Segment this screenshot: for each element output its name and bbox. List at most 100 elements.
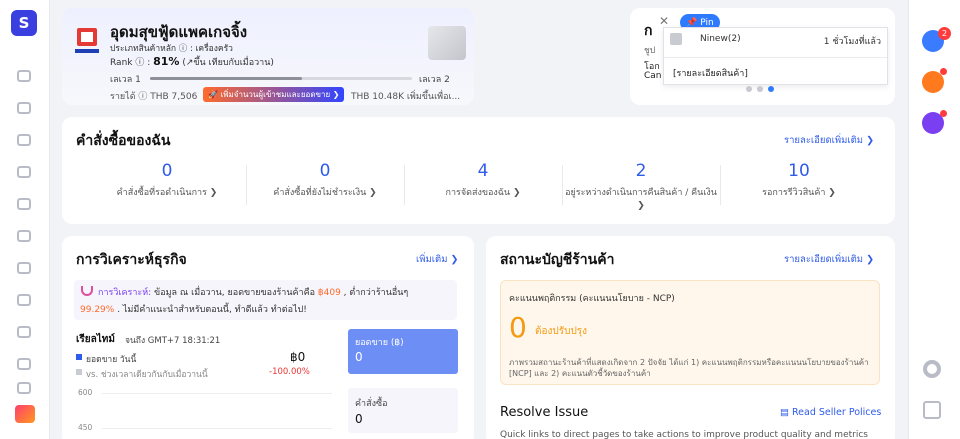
ncp-description: ภาพรวมสถานะร้านค้าที่แสดงเกิดจาก 2 ปัจจั…	[509, 358, 869, 378]
business-more-link[interactable]: เพิ่มเติม ❯	[416, 252, 458, 267]
gear-icon[interactable]	[923, 360, 941, 378]
ncp-title: คะแนนพฤติกรรม (คะแนนนโยบาย - NCP)	[509, 294, 675, 304]
campaign-icon[interactable]	[17, 326, 31, 338]
y-axis-tick: 450	[78, 423, 93, 432]
level-progress-bar	[150, 77, 412, 80]
legend-compare-swatch	[76, 369, 82, 375]
seller-policies-label: Read Seller Polices	[792, 407, 882, 418]
shop-info-card: อุดมสุขฟู้ดแพคเกจจิ้ง ประเภทสินค้าหลัก ⓘ…	[62, 8, 474, 105]
announcement-title: ก	[644, 23, 653, 39]
chat-badge: 2	[938, 27, 951, 40]
legend-today: ยอดขาย วันนี้	[86, 355, 137, 365]
finance-icon[interactable]	[17, 230, 31, 242]
stat-unpaid-label[interactable]: คำสั่งซื้อที่ยังไม่ชำระเงิน ❯	[246, 187, 404, 200]
stat-unpaid-value[interactable]: 0	[246, 161, 404, 181]
book-icon: ▤	[780, 407, 792, 418]
left-sidebar: S	[0, 0, 50, 439]
stat-returns-value[interactable]: 2	[562, 161, 720, 181]
product-detail-link[interactable]: [รายละเอียดสินค้า]	[673, 66, 748, 80]
tip-line: 99.29% . ไม่มีคำแนะนำสำหรับตอนนี้, ทำดีแ…	[80, 302, 307, 316]
stat-returns-label[interactable]: อยู่ระหว่างดำเนินการคืนสินค้า / คืนเงิน …	[562, 187, 720, 213]
tip-prefix: การวิเคราะห์:	[98, 288, 152, 298]
orders-metric-tab[interactable]: คำสั่งซื้อ 0	[348, 388, 458, 433]
grid-line	[102, 393, 332, 394]
shop-rank: Rank ⓘ : 81% (↗ขึ้น เทียบกับเมื่อวาน)	[110, 55, 274, 69]
rank-label: Rank ⓘ :	[110, 58, 151, 68]
smile-icon	[81, 286, 93, 296]
growth-icon[interactable]	[17, 262, 31, 274]
orders-metric-label: คำสั่งซื้อ	[355, 399, 388, 409]
sender-name: Ninew(2)	[700, 34, 741, 44]
orders-more-link[interactable]: รายละเอียดเพิ่มเติม ❯	[784, 133, 874, 148]
message-popup[interactable]: Ninew(2) 1 ชั่วโมงที่แล้ว [รายละเอียดสิน…	[663, 27, 888, 85]
level-end-label: เลเวล 2	[419, 75, 450, 85]
today-sales-change: -100.00%	[269, 367, 310, 377]
account-more-link[interactable]: รายละเอียดเพิ่มเติม ❯	[784, 252, 874, 267]
business-title: การวิเคราะห์ธุรกิจ	[76, 252, 187, 268]
stat-shipping-label[interactable]: การจัดส่งของฉัน ❯	[404, 187, 562, 200]
income-text: รายได้ ⓘ THB 7,506	[110, 92, 198, 102]
level-progress-fill	[150, 77, 302, 80]
realtime-timestamp: จนถึง GMT+7 18:31:21	[125, 336, 221, 346]
legend-today-swatch	[76, 354, 82, 360]
announcement-subtitle: ชูป	[644, 46, 656, 56]
stat-pending-value[interactable]: 0	[88, 161, 246, 181]
ncp-score: 0	[509, 311, 527, 344]
income-target: THB 10.48K เพิ่มขึ้นเพื่อเ...	[351, 92, 461, 102]
ncp-status: ต้องปรับปรุง	[535, 326, 588, 337]
announcement-line: Can	[644, 71, 662, 81]
seller-policies-link[interactable]: ▤ Read Seller Polices	[780, 407, 881, 418]
tip-text: , ต่ำกว่าร้านอื่นๆ	[340, 288, 409, 298]
wallet-icon[interactable]	[17, 358, 31, 370]
account-status-card: สถานะบัญชีร้านค้า รายละเอียดเพิ่มเติม ❯ …	[486, 236, 895, 439]
bell-badge	[940, 68, 947, 75]
tip-percent: 99.29%	[80, 305, 115, 315]
business-analysis-card: การวิเคราะห์ธุรกิจ เพิ่มเติม ❯ การวิเครา…	[62, 236, 474, 439]
shop-avatar	[75, 28, 99, 53]
edit-icon[interactable]	[923, 401, 941, 419]
level-start-label: เลเวล 1	[110, 75, 141, 85]
sales-metric-value: 0	[355, 350, 363, 364]
realtime-label: เรียลไทม์	[76, 334, 115, 345]
orders-metric-value: 0	[355, 412, 363, 426]
orders-title: คำสั่งซื้อของฉัน	[76, 133, 171, 149]
box-icon[interactable]	[17, 382, 31, 394]
tip-line: การวิเคราะห์: ข้อมูล ณ เมื่อวาน, ยอดขายข…	[98, 285, 408, 299]
account-title: สถานะบัญชีร้านค้า	[500, 252, 615, 268]
boost-traffic-button[interactable]: 🚀 เพิ่มจำนวนผู้เข้าชมและยอดขาย ❯	[203, 87, 345, 102]
analysis-tip: การวิเคราะห์: ข้อมูล ณ เมื่อวาน, ยอดขายข…	[74, 280, 457, 320]
sales-metric-tab[interactable]: ยอดขาย (฿) 0	[348, 329, 458, 374]
stat-pending-label[interactable]: คำสั่งซื้อที่รอดำเนินการ ❯	[88, 187, 246, 200]
seller-center-logo[interactable]: S	[11, 10, 37, 36]
sender-avatar	[670, 33, 682, 45]
stat-shipping-value[interactable]: 4	[404, 161, 562, 181]
lazada-logo-icon[interactable]	[15, 405, 35, 423]
close-icon[interactable]: ✕	[659, 14, 669, 28]
stat-review-label[interactable]: รอการรีวิวสินค้า ❯	[720, 187, 878, 200]
carousel-dot[interactable]	[746, 86, 752, 92]
rank-change: (↗ขึ้น เทียบกับเมื่อวาน)	[182, 58, 274, 68]
my-orders-card: คำสั่งซื้อของฉัน รายละเอียดเพิ่มเติม ❯ 0…	[62, 117, 895, 224]
stat-review-value[interactable]: 10	[720, 161, 878, 181]
chart-icon[interactable]	[17, 102, 31, 114]
settings-tool-icon[interactable]	[17, 294, 31, 306]
document-icon[interactable]	[17, 134, 31, 146]
tip-amount: ฿409	[317, 288, 341, 298]
carousel-dot-active[interactable]	[768, 86, 774, 92]
sales-metric-label: ยอดขาย (฿)	[355, 338, 404, 348]
legend-compare: vs. ช่วงเวลาเดียวกันกับเมื่อวานนี้	[86, 370, 208, 380]
carousel-dot[interactable]	[757, 86, 763, 92]
pin-icon: 📌	[686, 17, 698, 28]
bot-badge	[940, 110, 947, 117]
divider	[664, 57, 887, 58]
shop-category: ประเภทสินค้าหลัก ⓘ : เครื่องครัว	[110, 44, 233, 54]
ncp-score-box: คะแนนพฤติกรรม (คะแนนนโยบาย - NCP) 0 ต้อง…	[500, 280, 880, 385]
carousel-dots	[746, 86, 774, 92]
analytics-icon[interactable]	[17, 166, 31, 178]
tip-text: ข้อมูล ณ เมื่อวาน, ยอดขายของร้านค้าคือ	[151, 288, 318, 298]
message-time: 1 ชั่วโมงที่แล้ว	[823, 37, 881, 47]
y-axis-tick: 600	[78, 388, 93, 397]
bar-chart-icon[interactable]	[17, 198, 31, 210]
store-icon[interactable]	[17, 70, 31, 82]
resolve-description: Quick links to direct pages to take acti…	[500, 430, 868, 439]
